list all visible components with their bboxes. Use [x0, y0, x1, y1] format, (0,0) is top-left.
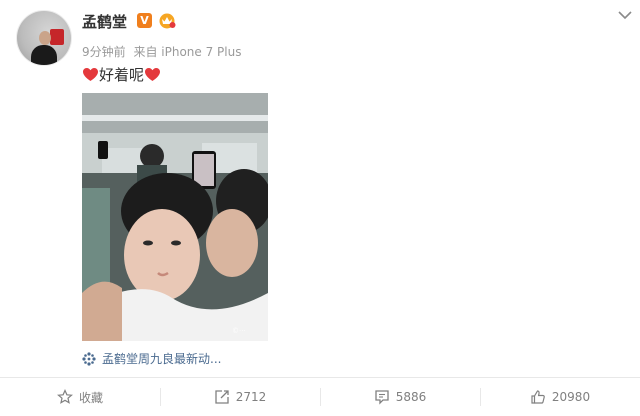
selfie-image: ©···	[82, 93, 268, 341]
heart-icon	[83, 68, 98, 81]
star-icon	[57, 389, 73, 404]
post-meta: 9分钟前 来自 iPhone 7 Plus	[82, 43, 245, 60]
username[interactable]: 孟鹤堂	[82, 11, 127, 32]
verified-v-icon: V	[137, 13, 152, 28]
favorite-label: 收藏	[78, 390, 103, 405]
repost-count: 2712	[235, 390, 267, 404]
vip-crown-icon[interactable]	[158, 12, 176, 29]
like-button[interactable]: 20980	[480, 378, 640, 416]
svg-text:©···: ©···	[232, 327, 246, 335]
post-source: 来自 iPhone 7 Plus	[133, 45, 242, 59]
topic-link[interactable]: 孟鹤堂周九良最新动...	[82, 350, 221, 367]
post-photo[interactable]: ©···	[82, 93, 268, 341]
repost-button[interactable]: 2712	[160, 378, 320, 416]
thumbs-up-icon	[531, 390, 545, 404]
favorite-button[interactable]: 收藏	[0, 378, 160, 416]
repost-icon	[215, 390, 229, 404]
post-text: 好着呢	[82, 64, 161, 85]
avatar[interactable]	[16, 10, 72, 66]
comment-count: 5886	[395, 390, 427, 404]
topic-link-text[interactable]: 孟鹤堂周九良最新动...	[102, 350, 221, 367]
chevron-down-icon[interactable]	[616, 8, 634, 22]
like-count: 20980	[551, 390, 591, 404]
post-time[interactable]: 9分钟前	[82, 45, 126, 59]
comment-icon	[375, 390, 389, 405]
comment-button[interactable]: 5886	[320, 378, 480, 416]
heart-icon	[145, 68, 161, 81]
pinwheel-icon	[82, 351, 96, 366]
action-bar: 收藏 2712 5886 20980	[0, 378, 640, 416]
post-text-content: 好着呢	[99, 66, 145, 84]
